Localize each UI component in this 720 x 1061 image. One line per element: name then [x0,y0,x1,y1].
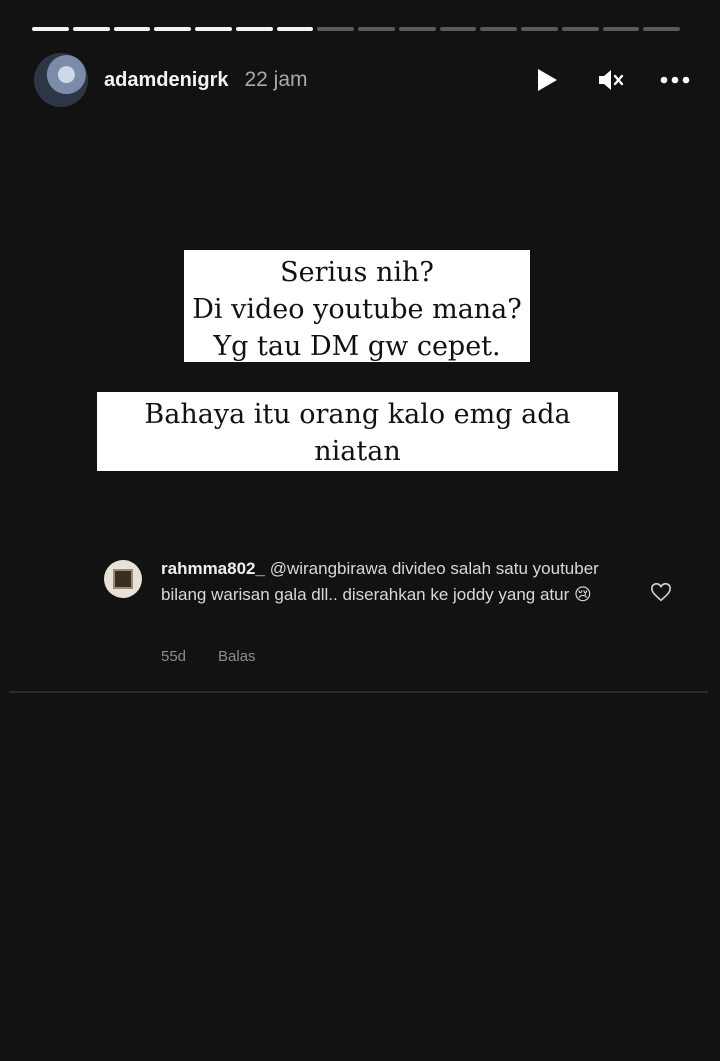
progress-segment [317,27,354,31]
progress-segment [521,27,558,31]
progress-segment [643,27,680,31]
progress-segment [195,27,232,31]
story-text-line: Bahaya itu orang kalo emg ada niatan [144,399,571,467]
progress-segment [561,27,599,31]
story-text-line: “sengaja” karena warisan. [176,473,539,504]
progress-segment [32,27,69,31]
more-horizontal-icon[interactable] [660,65,690,95]
avatar[interactable] [34,53,88,107]
comment-age: 55d [161,648,187,665]
story-progress-bar [32,27,680,31]
story-header: adamdenigrk 22 jam [34,52,690,108]
story-text-line: Di video youtube mana? [192,294,522,325]
divider [9,691,708,693]
progress-segment [602,27,640,31]
post-time: 22 jam [244,68,308,91]
volume-muted-icon[interactable] [596,65,626,95]
story-text-box-1: Serius nih? Di video youtube mana? Yg ta… [184,250,530,362]
progress-segment [358,27,395,31]
story-controls [532,65,690,95]
progress-segment [113,27,151,31]
progress-segment [276,27,314,31]
progress-segment [72,27,110,31]
commenter-username: rahmma802_ [161,559,265,578]
progress-segment [480,27,517,31]
commenter-avatar [104,560,142,598]
comment-body: rahmma802_ @wirangbirawa divideo salah s… [161,556,611,608]
story-text-line: Yg tau DM gw cepet. [213,331,501,362]
username[interactable]: adamdenigrk [104,69,228,92]
progress-segment [439,27,477,31]
progress-segment [398,27,436,31]
play-icon[interactable] [532,65,562,95]
progress-segment [154,27,191,31]
story-text-box-2: Bahaya itu orang kalo emg ada niatan “se… [97,392,618,504]
comment-meta: 55d Balas [161,648,256,665]
progress-segment [235,27,273,31]
heart-icon [650,581,672,603]
story-text-line: Serius nih? [280,257,434,288]
reply-link: Balas [218,648,256,665]
